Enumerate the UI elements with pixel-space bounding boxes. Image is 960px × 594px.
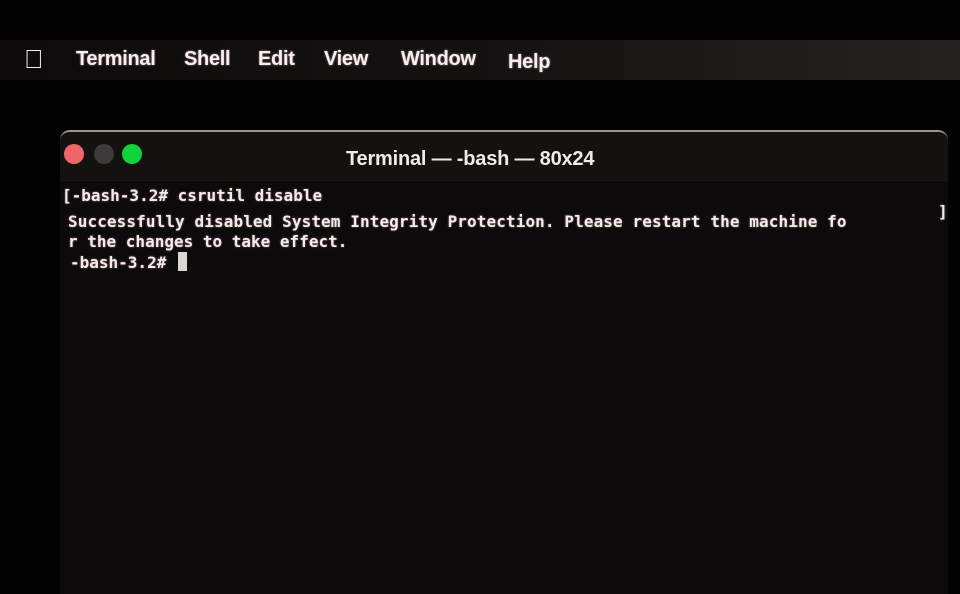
menu-edit[interactable]: Edit: [258, 48, 295, 71]
terminal-line-output-1: Successfully disabled System Integrity P…: [68, 212, 847, 231]
close-button[interactable]: [64, 144, 84, 164]
terminal-window: Terminal — -bash — 80x24 [-bash-3.2# csr…: [60, 130, 948, 594]
screen-bezel: [948, 130, 960, 576]
menu-terminal[interactable]: Terminal: [76, 48, 156, 71]
terminal-line-command: [-bash-3.2# csrutil disable: [62, 186, 323, 205]
apple-logo-icon[interactable]: : [24, 46, 46, 72]
prompt-text: -bash-3.2#: [70, 253, 176, 272]
terminal-content[interactable]: [-bash-3.2# csrutil disable ] Successful…: [60, 184, 948, 594]
terminal-line-prompt: -bash-3.2#: [70, 252, 187, 272]
menu-shell[interactable]: Shell: [184, 48, 231, 71]
window-titlebar[interactable]: Terminal — -bash — 80x24: [60, 132, 948, 183]
zoom-button[interactable]: [122, 144, 142, 164]
text-cursor: [177, 252, 187, 271]
window-title: Terminal — -bash — 80x24: [346, 148, 595, 170]
menu-help[interactable]: Help: [508, 51, 550, 74]
menu-window[interactable]: Window: [401, 48, 476, 71]
desktop-background: [0, 80, 960, 130]
terminal-right-bracket: ]: [938, 202, 948, 221]
terminal-line-output-2: r the changes to take effect.: [68, 232, 348, 251]
menu-view[interactable]: View: [324, 48, 368, 71]
minimize-button[interactable]: [94, 144, 114, 164]
